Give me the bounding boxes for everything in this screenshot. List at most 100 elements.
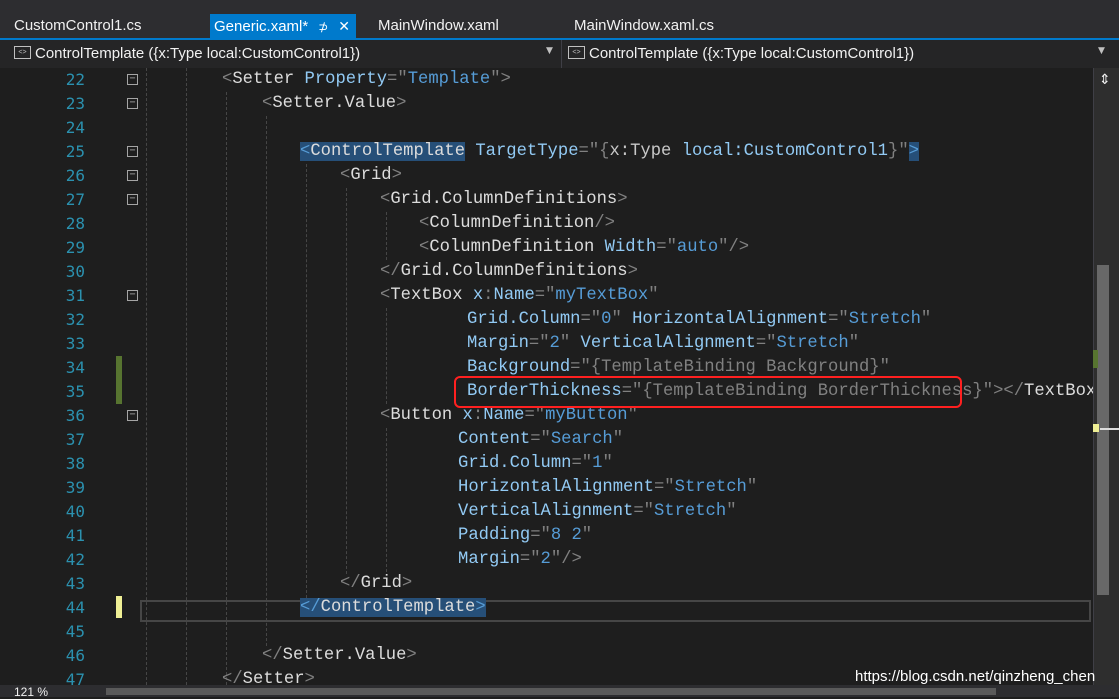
code-text: Grid.Column="0" HorizontalAlignment="Str…: [467, 310, 932, 329]
line-number: 44: [65, 598, 85, 617]
code-line[interactable]: 29 <ColumnDefinition Width="auto"/>: [0, 236, 1093, 260]
line-number: 24: [65, 118, 85, 137]
pin-icon[interactable]: ⊅: [318, 20, 328, 34]
tab-label: CustomControl1.cs: [14, 17, 142, 34]
code-line[interactable]: 30 </Grid.ColumnDefinitions>: [0, 260, 1093, 284]
line-number: 26: [65, 166, 85, 185]
fold-collapse-icon[interactable]: −: [127, 194, 138, 205]
code-line[interactable]: 42 Margin="2"/>: [0, 548, 1093, 572]
chevron-down-icon[interactable]: ▼: [546, 46, 553, 56]
highlight-annotation-box: [454, 376, 962, 408]
code-editor[interactable]: 22 − <Setter Property="Template"> 23 − <…: [0, 68, 1093, 685]
nav-dropdown-left[interactable]: <> ControlTemplate ({x:Type local:CustomC…: [14, 43, 360, 65]
code-text: <Grid.ColumnDefinitions>: [380, 190, 628, 209]
line-number: 40: [65, 502, 85, 521]
fold-collapse-icon[interactable]: −: [127, 290, 138, 301]
code-line[interactable]: 39 HorizontalAlignment="Stretch": [0, 476, 1093, 500]
code-text: VerticalAlignment="Stretch": [458, 502, 737, 521]
code-text: <ControlTemplate TargetType="{x:Type loc…: [300, 142, 919, 161]
nav-dropdown-value: ControlTemplate ({x:Type local:CustomCon…: [589, 45, 915, 62]
code-text: <TextBox x:Name="myTextBox": [380, 286, 659, 305]
code-line[interactable]: 28 <ColumnDefinition/>: [0, 212, 1093, 236]
line-number: 37: [65, 430, 85, 449]
code-line[interactable]: 31 − <TextBox x:Name="myTextBox": [0, 284, 1093, 308]
fold-collapse-icon[interactable]: −: [127, 146, 138, 157]
code-line[interactable]: 41 Padding="8 2": [0, 524, 1093, 548]
watermark: https://blog.csdn.net/qinzheng_chen: [855, 668, 1096, 685]
code-line[interactable]: 27 − <Grid.ColumnDefinitions>: [0, 188, 1093, 212]
divider: [561, 40, 562, 68]
code-line[interactable]: 44 </ControlTemplate>: [0, 596, 1093, 620]
close-icon[interactable]: ✕: [338, 18, 350, 34]
fold-collapse-icon[interactable]: −: [127, 410, 138, 421]
code-text: </ControlTemplate>: [300, 598, 486, 617]
line-number: 33: [65, 334, 85, 353]
line-number: 36: [65, 406, 85, 425]
line-number: 31: [65, 286, 85, 305]
code-text: <Setter.Value>: [262, 94, 407, 113]
template-icon: <>: [14, 46, 31, 60]
code-line[interactable]: 32 Grid.Column="0" HorizontalAlignment="…: [0, 308, 1093, 332]
code-line[interactable]: 43 </Grid>: [0, 572, 1093, 596]
code-line[interactable]: 23 − <Setter.Value>: [0, 92, 1093, 116]
chevron-down-icon[interactable]: ▼: [1098, 46, 1105, 56]
tab-customcontrol1-cs[interactable]: CustomControl1.cs: [14, 14, 142, 38]
nav-dropdown-value: ControlTemplate ({x:Type local:CustomCon…: [35, 45, 361, 62]
code-line[interactable]: 46 </Setter.Value>: [0, 644, 1093, 668]
tab-label: Generic.xaml*: [214, 18, 309, 35]
line-number: 41: [65, 526, 85, 545]
code-text: <Setter Property="Template">: [222, 70, 511, 89]
code-line[interactable]: 40 VerticalAlignment="Stretch": [0, 500, 1093, 524]
code-text: Padding="8 2": [458, 526, 593, 545]
code-text: <ColumnDefinition Width="auto"/>: [419, 238, 750, 257]
line-number: 47: [65, 670, 85, 685]
code-text: </Grid>: [340, 574, 413, 593]
document-tab-bar: CustomControl1.cs Generic.xaml* ⊅ ✕ MainWi…: [0, 0, 1119, 40]
unsaved-line-marker: [116, 596, 122, 618]
tab-mainwindow-xaml-cs[interactable]: MainWindow.xaml.cs: [574, 14, 714, 38]
code-text: </Grid.ColumnDefinitions>: [380, 262, 638, 281]
code-text: Margin="2"/>: [458, 550, 582, 569]
line-number: 43: [65, 574, 85, 593]
scroll-caret-marker: [1100, 428, 1119, 430]
tab-generic-xaml[interactable]: Generic.xaml* ⊅ ✕: [210, 14, 356, 40]
code-line[interactable]: 25 − <ControlTemplate TargetType="{x:Typ…: [0, 140, 1093, 164]
line-number: 45: [65, 622, 85, 641]
line-number: 30: [65, 262, 85, 281]
scroll-unsaved-marker: [1093, 424, 1099, 432]
code-line[interactable]: 45: [0, 620, 1093, 644]
line-number: 25: [65, 142, 85, 161]
code-text: <Grid>: [340, 166, 402, 185]
code-line[interactable]: 38 Grid.Column="1": [0, 452, 1093, 476]
line-number: 29: [65, 238, 85, 257]
code-line[interactable]: 24: [0, 116, 1093, 140]
code-line[interactable]: 37 Content="Search": [0, 428, 1093, 452]
code-text: Content="Search": [458, 430, 624, 449]
template-icon: <>: [568, 46, 585, 60]
tab-mainwindow-xaml[interactable]: MainWindow.xaml: [378, 14, 499, 38]
horizontal-scrollbar-thumb[interactable]: [106, 688, 996, 695]
code-line[interactable]: 33 Margin="2" VerticalAlignment="Stretch…: [0, 332, 1093, 356]
fold-collapse-icon[interactable]: −: [127, 74, 138, 85]
tab-label: MainWindow.xaml: [378, 17, 499, 34]
navigation-bar: <> ControlTemplate ({x:Type local:CustomC…: [0, 40, 1119, 69]
line-number: 34: [65, 358, 85, 377]
split-window-icon[interactable]: ⇕: [1099, 72, 1111, 88]
fold-collapse-icon[interactable]: −: [127, 98, 138, 109]
line-number: 46: [65, 646, 85, 665]
line-number: 42: [65, 550, 85, 569]
code-text: Grid.Column="1": [458, 454, 613, 473]
fold-collapse-icon[interactable]: −: [127, 170, 138, 181]
nav-dropdown-right[interactable]: <> ControlTemplate ({x:Type local:CustomC…: [568, 43, 914, 65]
line-number: 35: [65, 382, 85, 401]
code-text: </Setter.Value>: [262, 646, 417, 665]
code-line[interactable]: 26 − <Grid>: [0, 164, 1093, 188]
line-number: 39: [65, 478, 85, 497]
tab-label: MainWindow.xaml.cs: [574, 17, 715, 34]
code-text: Margin="2" VerticalAlignment="Stretch": [467, 334, 860, 353]
code-line[interactable]: 22 − <Setter Property="Template">: [0, 68, 1093, 92]
changed-line-marker: [116, 380, 122, 404]
code-text: HorizontalAlignment="Stretch": [458, 478, 758, 497]
line-number: 38: [65, 454, 85, 473]
line-number: 28: [65, 214, 85, 233]
